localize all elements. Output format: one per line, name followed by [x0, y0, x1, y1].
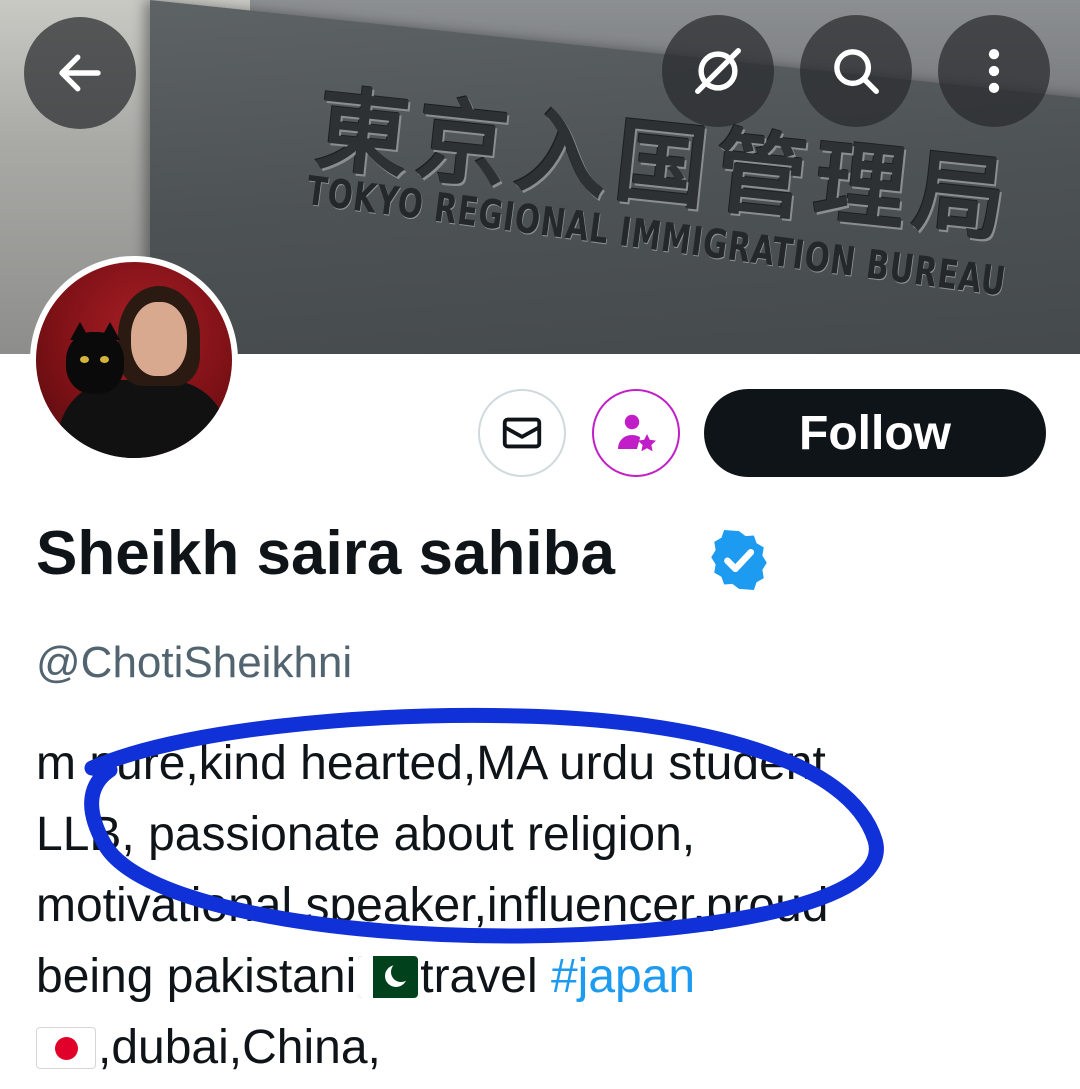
verified-badge-icon: [711, 530, 767, 590]
grok-button[interactable]: [662, 15, 774, 127]
cat-figure: [66, 322, 124, 394]
more-vertical-icon: [988, 48, 1000, 94]
grok-icon: [695, 48, 741, 94]
subscribe-button[interactable]: [592, 389, 680, 477]
bio-text: travel: [420, 950, 551, 1003]
follow-button[interactable]: Follow: [704, 389, 1046, 477]
bio-line: motivational speaker,influencer,proud: [36, 879, 829, 932]
bio-text: ,dubai,China,: [98, 1021, 381, 1074]
person-star-icon: [618, 414, 656, 452]
message-button[interactable]: [478, 389, 566, 477]
back-button[interactable]: [24, 17, 136, 129]
search-button[interactable]: [800, 15, 912, 127]
envelope-icon: [502, 417, 542, 449]
bio-line: being pakistani travel #japan: [36, 941, 1056, 1012]
display-name: Sheikh saira sahiba: [36, 519, 615, 588]
pakistan-flag-icon: [358, 956, 419, 998]
avatar-photo: [36, 262, 232, 458]
search-icon: [834, 49, 879, 94]
japan-flag-icon: [36, 1027, 96, 1069]
bio-line: m pure,kind hearted,MA urdu student: [36, 737, 826, 790]
bio-line: LLB, passionate about religion,: [36, 808, 696, 861]
avatar[interactable]: [30, 256, 238, 464]
bio-text: being pakistani: [36, 950, 357, 1003]
user-handle: @ChotiSheikhni: [36, 638, 353, 687]
arrow-left-icon: [59, 54, 101, 92]
profile-bio: m pure,kind hearted,MA urdu student LLB,…: [36, 728, 1056, 1083]
hashtag-link[interactable]: #japan: [551, 950, 695, 1003]
more-options-button[interactable]: [938, 15, 1050, 127]
bio-line: ,dubai,China,: [36, 1012, 1056, 1083]
